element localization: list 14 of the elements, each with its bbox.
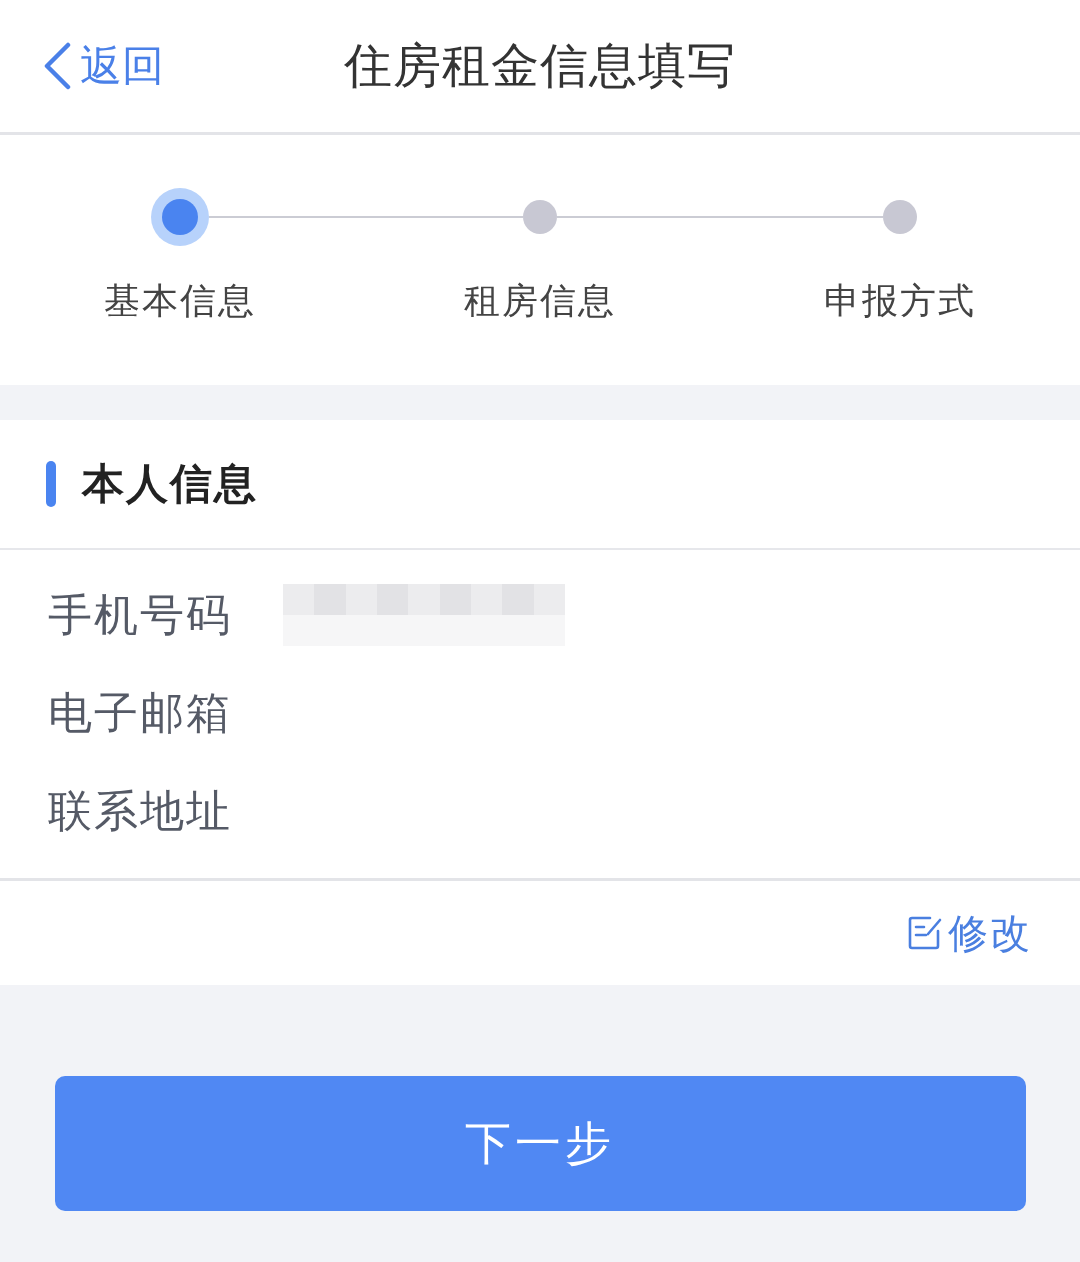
page-title: 住房租金信息填写 (343, 36, 737, 95)
field-label: 联系地址 (48, 783, 233, 838)
next-step-button[interactable]: 下一步 (54, 1076, 1026, 1211)
step-label: 基本信息 (104, 279, 256, 323)
field-label: 手机号码 (48, 587, 233, 642)
step-label: 租房信息 (464, 279, 616, 323)
section-accent-bar (46, 461, 56, 507)
back-button[interactable]: 返回 (42, 38, 164, 94)
edit-icon (908, 915, 942, 951)
chevron-left-icon (42, 42, 72, 90)
edit-button[interactable]: 修改 (908, 905, 1032, 961)
section-title: 本人信息 (82, 458, 258, 510)
field-label: 电子邮箱 (48, 685, 233, 740)
step-label: 申报方式 (824, 279, 976, 323)
